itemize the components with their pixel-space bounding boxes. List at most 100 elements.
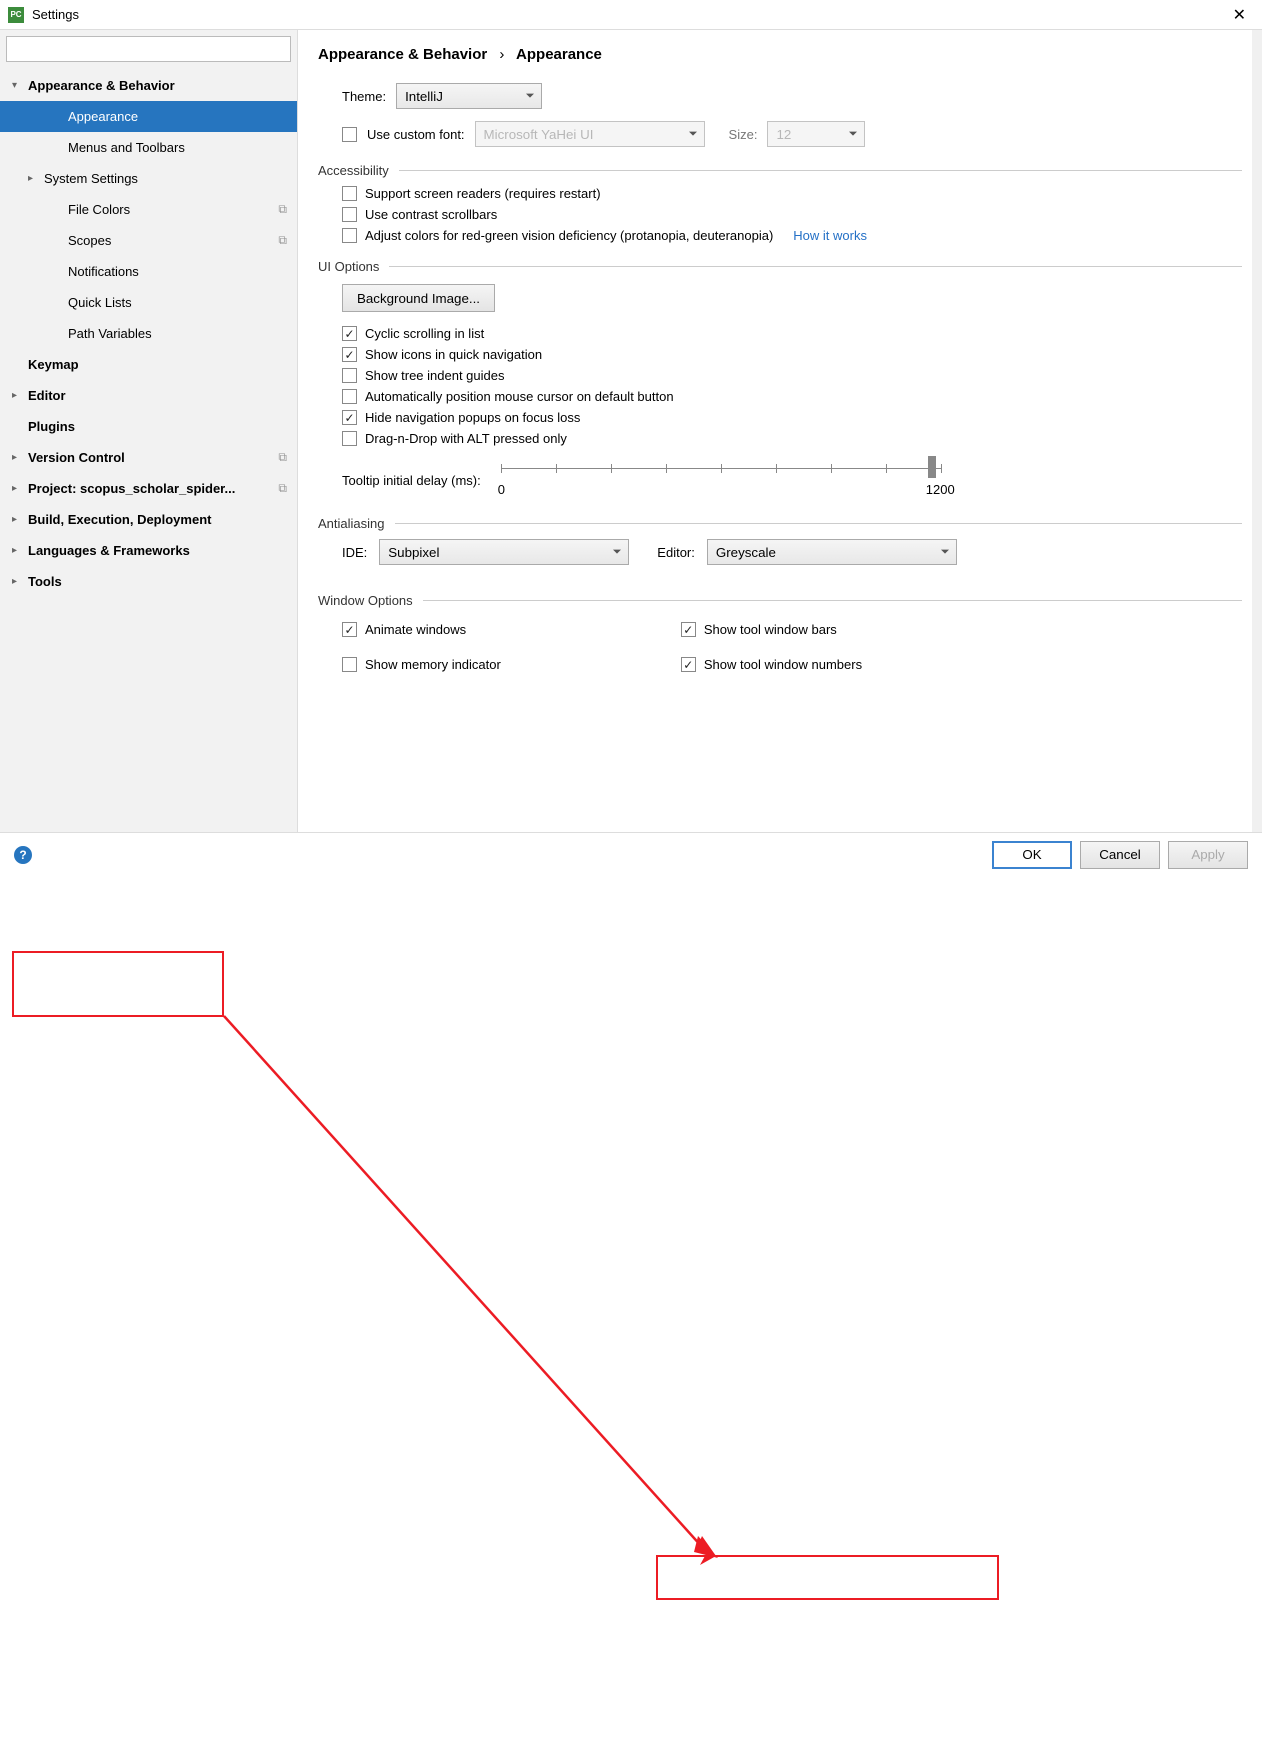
slider-min: 0 — [498, 482, 505, 497]
sidebar-item[interactable]: ▸Build, Execution, Deployment — [0, 504, 297, 535]
tooltip-delay-label: Tooltip initial delay (ms): — [342, 473, 481, 488]
breadcrumb-sep: › — [499, 46, 504, 63]
search-input[interactable] — [6, 36, 291, 62]
tree-arrow-icon: ▸ — [12, 576, 28, 587]
annotation-overlay — [0, 876, 1262, 1752]
sidebar-item-label: Keymap — [28, 357, 297, 372]
sidebar-tree: ▾Appearance & Behavior Appearance Menus an… — [0, 68, 297, 832]
size-select: 12 — [767, 121, 865, 147]
hide-nav-checkbox[interactable] — [342, 410, 357, 425]
sidebar-item[interactable]: ▸Version Control⧉ — [0, 442, 297, 473]
support-readers-checkbox[interactable] — [342, 186, 357, 201]
sidebar-item-label: Quick Lists — [68, 295, 297, 310]
sidebar-item-label: Version Control — [28, 450, 278, 465]
apply-button[interactable]: Apply — [1168, 841, 1248, 869]
sidebar-item-label: Languages & Frameworks — [28, 543, 297, 558]
breadcrumb-current: Appearance — [516, 46, 602, 63]
cyclic-scroll-checkbox[interactable] — [342, 326, 357, 341]
sidebar-item-label: Appearance — [68, 109, 297, 124]
sidebar-item-label: Plugins — [28, 419, 297, 434]
tree-indent-label: Show tree indent guides — [365, 368, 504, 383]
sidebar-item-label: Project: scopus_scholar_spider... — [28, 481, 278, 496]
aa-editor-label: Editor: — [657, 545, 695, 560]
aa-editor-select[interactable]: Greyscale — [707, 539, 957, 565]
sidebar-item-label: System Settings — [44, 171, 297, 186]
tree-indent-checkbox[interactable] — [342, 368, 357, 383]
sidebar-item[interactable]: Keymap — [0, 349, 297, 380]
tooltip-delay-slider[interactable]: 0 1200 — [501, 460, 941, 500]
contrast-scroll-checkbox[interactable] — [342, 207, 357, 222]
tree-arrow-icon: ▾ — [12, 80, 28, 91]
sidebar-item[interactable]: ▾Appearance & Behavior — [0, 70, 297, 101]
sidebar-item[interactable]: ▸System Settings — [0, 163, 297, 194]
background-image-button[interactable]: Background Image... — [342, 284, 495, 312]
sidebar-item[interactable]: ▸Tools — [0, 566, 297, 597]
breadcrumb: Appearance & Behavior › Appearance — [318, 46, 1242, 63]
section-antialiasing: Antialiasing — [318, 516, 1242, 531]
sidebar: 🔍 ▾Appearance & BehaviorAppearanceMenus … — [0, 30, 298, 832]
section-accessibility: Accessibility — [318, 163, 1242, 178]
sidebar-item[interactable]: Notifications — [0, 256, 297, 287]
memory-indicator-label: Show memory indicator — [365, 657, 501, 672]
sidebar-item[interactable]: Menus and Toolbars — [0, 132, 297, 163]
tree-arrow-icon: ▸ — [28, 173, 44, 184]
tree-arrow-icon: ▸ — [12, 545, 28, 556]
breadcrumb-parent: Appearance & Behavior — [318, 46, 487, 63]
auto-cursor-label: Automatically position mouse cursor on d… — [365, 389, 674, 404]
vertical-scrollbar[interactable] — [1252, 30, 1262, 832]
aa-ide-select[interactable]: Subpixel — [379, 539, 629, 565]
sidebar-item[interactable]: ▸Languages & Frameworks — [0, 535, 297, 566]
footer: ? OK Cancel Apply — [0, 832, 1262, 876]
contrast-scroll-label: Use contrast scrollbars — [365, 207, 497, 222]
tree-arrow-icon: ▸ — [12, 452, 28, 463]
tool-bars-checkbox[interactable] — [681, 622, 696, 637]
aa-ide-label: IDE: — [342, 545, 367, 560]
tool-numbers-label: Show tool window numbers — [704, 657, 862, 672]
sidebar-item-label: Path Variables — [68, 326, 297, 341]
show-icons-label: Show icons in quick navigation — [365, 347, 542, 362]
project-badge-icon: ⧉ — [278, 481, 287, 496]
sidebar-item-label: File Colors — [68, 202, 278, 217]
window-title: Settings — [32, 7, 1225, 22]
dragdrop-checkbox[interactable] — [342, 431, 357, 446]
titlebar: PC Settings ✕ — [0, 0, 1262, 30]
main-panel: Appearance & Behavior › Appearance Theme… — [298, 30, 1262, 832]
tool-numbers-checkbox[interactable] — [681, 657, 696, 672]
theme-label: Theme: — [342, 89, 386, 104]
sidebar-item-label: Tools — [28, 574, 297, 589]
help-button[interactable]: ? — [14, 846, 32, 864]
close-button[interactable]: ✕ — [1225, 1, 1254, 29]
tree-arrow-icon: ▸ — [12, 514, 28, 525]
sidebar-item[interactable]: ▸Editor — [0, 380, 297, 411]
cyclic-scroll-label: Cyclic scrolling in list — [365, 326, 484, 341]
project-badge-icon: ⧉ — [278, 450, 287, 465]
section-ui-options: UI Options — [318, 259, 1242, 274]
sidebar-item[interactable]: Scopes⧉ — [0, 225, 297, 256]
sidebar-item-label: Editor — [28, 388, 297, 403]
theme-select[interactable]: IntelliJ — [396, 83, 542, 109]
adjust-colors-checkbox[interactable] — [342, 228, 357, 243]
ok-button[interactable]: OK — [992, 841, 1072, 869]
sidebar-item[interactable]: Appearance — [0, 101, 297, 132]
tree-arrow-icon: ▸ — [12, 390, 28, 401]
auto-cursor-checkbox[interactable] — [342, 389, 357, 404]
memory-indicator-checkbox[interactable] — [342, 657, 357, 672]
font-select: Microsoft YaHei UI — [475, 121, 705, 147]
use-custom-font-label: Use custom font: — [367, 127, 465, 142]
animate-windows-checkbox[interactable] — [342, 622, 357, 637]
sidebar-item[interactable]: File Colors⧉ — [0, 194, 297, 225]
sidebar-item-label: Build, Execution, Deployment — [28, 512, 297, 527]
hide-nav-label: Hide navigation popups on focus loss — [365, 410, 580, 425]
tool-bars-label: Show tool window bars — [704, 622, 837, 637]
cancel-button[interactable]: Cancel — [1080, 841, 1160, 869]
use-custom-font-checkbox[interactable] — [342, 127, 357, 142]
slider-max: 1200 — [926, 482, 955, 497]
show-icons-checkbox[interactable] — [342, 347, 357, 362]
sidebar-item[interactable]: Quick Lists — [0, 287, 297, 318]
sidebar-item[interactable]: ▸Project: scopus_scholar_spider...⧉ — [0, 473, 297, 504]
tree-arrow-icon: ▸ — [12, 483, 28, 494]
sidebar-item-label: Notifications — [68, 264, 297, 279]
how-it-works-link[interactable]: How it works — [793, 228, 867, 243]
sidebar-item[interactable]: Plugins — [0, 411, 297, 442]
sidebar-item[interactable]: Path Variables — [0, 318, 297, 349]
